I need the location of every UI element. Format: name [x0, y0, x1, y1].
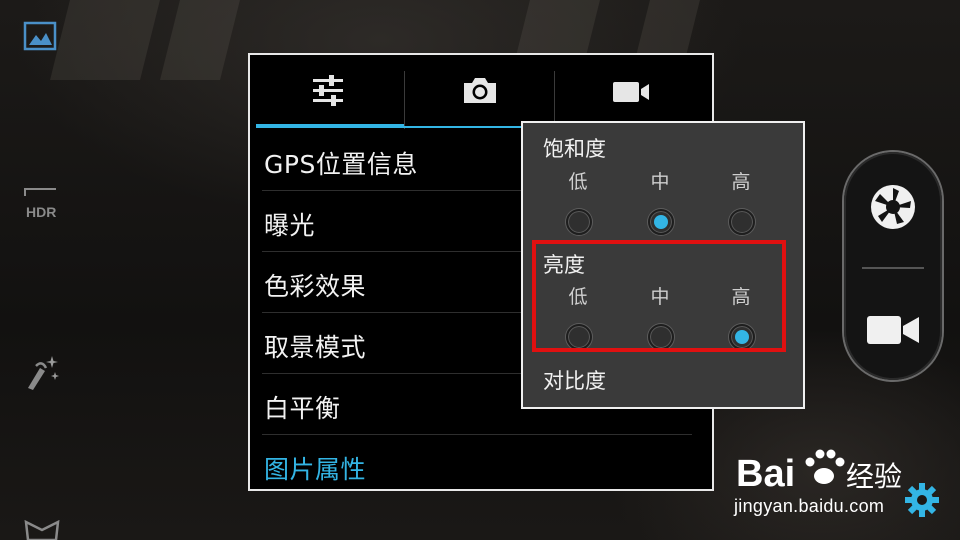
svg-text:Bai: Bai	[736, 453, 795, 495]
saturation-title: 饱和度	[543, 137, 606, 161]
baidu-jingyan-logo: Bai 经验	[736, 449, 902, 495]
saturation-radio-high[interactable]	[729, 209, 755, 235]
setting-label: GPS位置信息	[264, 150, 418, 179]
setting-label: 曝光	[264, 211, 316, 240]
gear-icon[interactable]	[902, 480, 942, 520]
active-tab-indicator	[256, 124, 404, 128]
option-label: 高	[731, 171, 751, 193]
option-label: 低	[568, 171, 588, 193]
svg-text:HDR: HDR	[26, 204, 56, 220]
video-camera-icon	[613, 82, 649, 102]
gallery-icon[interactable]	[22, 20, 60, 54]
camera-icon	[464, 78, 496, 103]
setting-label: 白平衡	[264, 394, 341, 423]
tab-video-settings[interactable]	[555, 55, 710, 129]
saturation-radio-low[interactable]	[566, 209, 592, 235]
shutter-icon[interactable]	[868, 182, 918, 232]
video-camera-icon[interactable]	[866, 314, 920, 346]
tab-camera-settings[interactable]	[405, 55, 555, 129]
setting-row-image-properties[interactable]: 图片属性	[262, 434, 692, 495]
option-label: 中	[650, 171, 670, 193]
mask-icon[interactable]	[22, 520, 62, 540]
svg-text:经验: 经验	[846, 460, 902, 493]
tab-general-settings[interactable]	[250, 55, 404, 129]
saturation-radio-medium[interactable]	[648, 209, 674, 235]
shutter-control	[844, 152, 942, 380]
contrast-title: 对比度	[543, 369, 606, 393]
settings-tabs	[250, 55, 712, 129]
paw-icon	[805, 449, 845, 484]
watermark-url: jingyan.baidu.com	[734, 496, 885, 516]
sliders-icon	[313, 75, 343, 106]
brightness-highlight-box	[532, 240, 786, 352]
setting-label: 色彩效果	[264, 272, 367, 301]
setting-label: 取景模式	[264, 333, 367, 362]
setting-label: 图片属性	[264, 455, 367, 484]
hdr-icon[interactable]: HDR	[22, 186, 66, 224]
magic-wand-icon[interactable]	[22, 352, 62, 392]
